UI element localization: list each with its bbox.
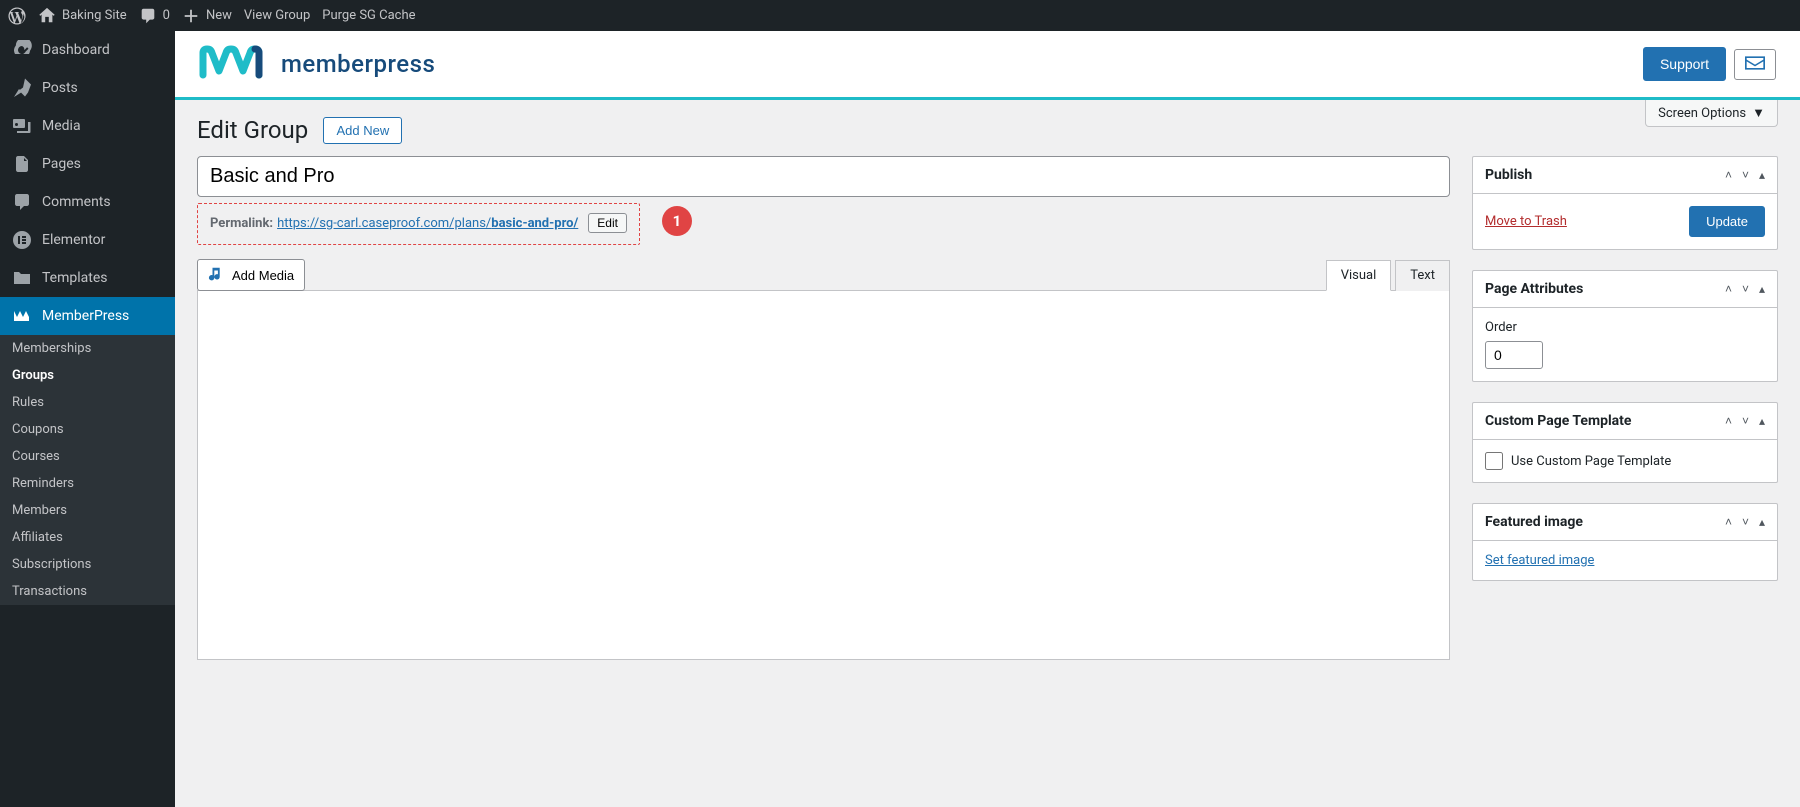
- view-group-link[interactable]: View Group: [244, 8, 310, 23]
- caret-down-icon[interactable]: ˅: [1742, 168, 1749, 182]
- featured-image-title: Featured image: [1485, 514, 1583, 530]
- new-label: New: [206, 8, 232, 23]
- admin-sidebar: Dashboard Posts Media Pages Comments Ele…: [0, 31, 175, 807]
- wordpress-icon: [8, 7, 26, 25]
- group-title-input[interactable]: [197, 156, 1450, 197]
- sidebar-item-comments[interactable]: Comments: [0, 183, 175, 221]
- memberpress-mark-icon: [199, 45, 271, 83]
- caret-up-icon[interactable]: ˄: [1725, 282, 1732, 296]
- page-icon: [12, 154, 32, 174]
- caret-up-icon[interactable]: ˄: [1725, 168, 1732, 182]
- memberpress-icon: [12, 306, 32, 326]
- inbox-button[interactable]: [1734, 49, 1776, 80]
- caret-down-icon[interactable]: ˅: [1742, 515, 1749, 529]
- site-link[interactable]: Baking Site: [38, 7, 127, 25]
- sidebar-submenu-memberpress: Memberships Groups Rules Coupons Courses…: [0, 335, 175, 605]
- site-name: Baking Site: [62, 8, 127, 23]
- comment-count: 0: [163, 8, 170, 23]
- content-editor[interactable]: [197, 290, 1450, 660]
- custom-template-metabox: Custom Page Template ˄ ˅ ▴ Use Custom Pa…: [1472, 402, 1778, 483]
- sidebar-sub-reminders[interactable]: Reminders: [0, 470, 175, 497]
- sidebar-sub-coupons[interactable]: Coupons: [0, 416, 175, 443]
- memberpress-logo: memberpress: [199, 45, 435, 83]
- plus-icon: [182, 7, 200, 25]
- caret-up-icon[interactable]: ˄: [1725, 515, 1732, 529]
- caret-up-icon[interactable]: ˄: [1725, 414, 1732, 428]
- memberpress-wordmark: memberpress: [281, 50, 435, 78]
- pin-icon: [12, 78, 32, 98]
- sidebar-sub-groups[interactable]: Groups: [0, 362, 175, 389]
- sidebar-sub-rules[interactable]: Rules: [0, 389, 175, 416]
- inbox-icon: [1745, 56, 1765, 70]
- order-input[interactable]: [1485, 341, 1543, 369]
- elementor-icon: [12, 230, 32, 250]
- permalink-row: Permalink: https://sg-carl.caseproof.com…: [197, 203, 640, 245]
- publish-metabox: Publish ˄ ˅ ▴ Move to Trash Update: [1472, 156, 1778, 250]
- sidebar-item-templates[interactable]: Templates: [0, 259, 175, 297]
- page-attributes-metabox: Page Attributes ˄ ˅ ▴ Order: [1472, 270, 1778, 382]
- new-link[interactable]: New: [182, 7, 232, 25]
- caret-down-icon: ▼: [1752, 105, 1765, 121]
- update-button[interactable]: Update: [1689, 206, 1765, 237]
- folder-icon: [12, 268, 32, 288]
- add-media-button[interactable]: Add Media: [197, 259, 305, 291]
- support-button[interactable]: Support: [1643, 47, 1726, 81]
- permalink-label: Permalink:: [210, 216, 273, 231]
- caret-down-icon[interactable]: ˅: [1742, 282, 1749, 296]
- sidebar-item-media[interactable]: Media: [0, 107, 175, 145]
- wp-logo[interactable]: [8, 7, 26, 25]
- main-content: memberpress Support Screen Options ▼ Edi…: [175, 31, 1800, 807]
- comments-link[interactable]: 0: [139, 7, 170, 25]
- publish-title: Publish: [1485, 167, 1532, 183]
- caret-top-icon[interactable]: ▴: [1759, 168, 1765, 182]
- sidebar-item-pages[interactable]: Pages: [0, 145, 175, 183]
- edit-permalink-button[interactable]: Edit: [588, 213, 627, 233]
- sidebar-sub-members[interactable]: Members: [0, 497, 175, 524]
- page-title: Edit Group: [197, 116, 308, 144]
- sidebar-sub-subscriptions[interactable]: Subscriptions: [0, 551, 175, 578]
- add-new-button[interactable]: Add New: [323, 117, 402, 144]
- caret-top-icon[interactable]: ▴: [1759, 414, 1765, 428]
- caret-down-icon[interactable]: ˅: [1742, 414, 1749, 428]
- sidebar-sub-affiliates[interactable]: Affiliates: [0, 524, 175, 551]
- brand-bar: memberpress Support: [175, 31, 1800, 100]
- editor-tabs: Visual Text: [1326, 260, 1450, 291]
- tab-text[interactable]: Text: [1395, 260, 1450, 291]
- comment-icon: [139, 7, 157, 25]
- media-note-icon: [208, 266, 226, 284]
- annotation-badge-1: 1: [662, 206, 692, 236]
- admin-top-bar: Baking Site 0 New View Group Purge SG Ca…: [0, 0, 1800, 31]
- caret-top-icon[interactable]: ▴: [1759, 282, 1765, 296]
- dashboard-icon: [12, 40, 32, 60]
- use-custom-template-label[interactable]: Use Custom Page Template: [1485, 452, 1765, 470]
- sidebar-sub-memberships[interactable]: Memberships: [0, 335, 175, 362]
- featured-image-metabox: Featured image ˄ ˅ ▴ Set featured image: [1472, 503, 1778, 581]
- screen-options-toggle[interactable]: Screen Options ▼: [1645, 100, 1778, 127]
- sidebar-item-elementor[interactable]: Elementor: [0, 221, 175, 259]
- move-to-trash-link[interactable]: Move to Trash: [1485, 214, 1567, 229]
- comments-icon: [12, 192, 32, 212]
- set-featured-image-link[interactable]: Set featured image: [1485, 553, 1594, 568]
- sidebar-item-dashboard[interactable]: Dashboard: [0, 31, 175, 69]
- media-icon: [12, 116, 32, 136]
- purge-cache-link[interactable]: Purge SG Cache: [322, 8, 415, 23]
- sidebar-sub-transactions[interactable]: Transactions: [0, 578, 175, 605]
- custom-template-title: Custom Page Template: [1485, 413, 1631, 429]
- home-icon: [38, 7, 56, 25]
- tab-visual[interactable]: Visual: [1326, 260, 1392, 291]
- sidebar-sub-courses[interactable]: Courses: [0, 443, 175, 470]
- use-custom-template-checkbox[interactable]: [1485, 452, 1503, 470]
- page-attributes-title: Page Attributes: [1485, 281, 1583, 297]
- permalink-link[interactable]: https://sg-carl.caseproof.com/plans/basi…: [277, 216, 578, 231]
- order-label: Order: [1485, 320, 1765, 335]
- caret-top-icon[interactable]: ▴: [1759, 515, 1765, 529]
- sidebar-item-posts[interactable]: Posts: [0, 69, 175, 107]
- sidebar-item-memberpress[interactable]: MemberPress: [0, 297, 175, 335]
